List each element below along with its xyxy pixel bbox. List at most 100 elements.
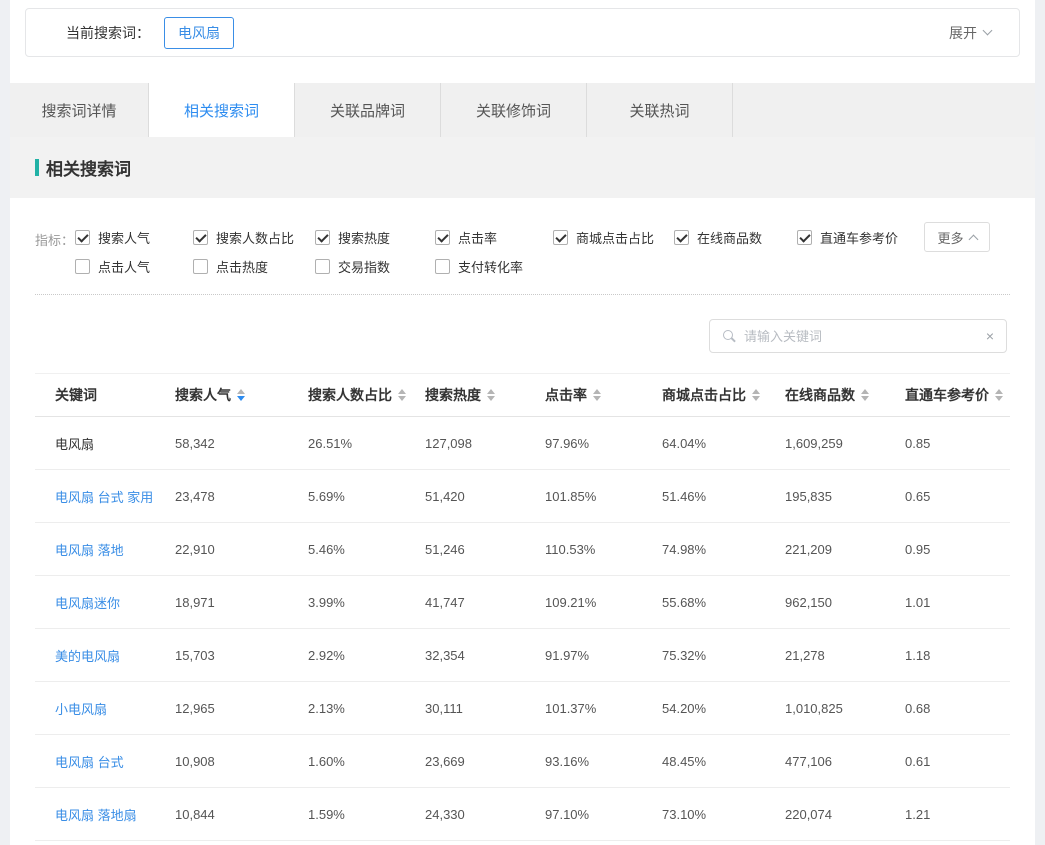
cell: 12,965 (175, 701, 308, 716)
cell: 2.92% (308, 648, 425, 663)
more-button[interactable]: 更多 (924, 222, 990, 252)
tab-bar: 搜索词详情 相关搜索词 关联品牌词 关联修饰词 关联热词 (10, 83, 1035, 137)
checkbox-search-popularity[interactable]: 搜索人气 (75, 228, 193, 247)
checkbox-label: 支付转化率 (458, 257, 523, 276)
current-search-label: 当前搜索词： (66, 23, 150, 43)
expand-button[interactable]: 展开 (949, 23, 991, 43)
checkbox-click-rate[interactable]: 点击率 (435, 228, 553, 247)
cell: 3.99% (308, 595, 425, 610)
cell: 109.21% (545, 595, 662, 610)
checkbox-click-heat[interactable]: 点击热度 (193, 257, 315, 276)
cell: 962,150 (785, 595, 905, 610)
cell: 101.37% (545, 701, 662, 716)
column-header-click-rate[interactable]: 点击率 (545, 385, 662, 405)
cell: 0.85 (905, 436, 1010, 451)
cell: 51,246 (425, 542, 545, 557)
more-label: 更多 (937, 228, 963, 247)
cell: 32,354 (425, 648, 545, 663)
column-header-search-popularity[interactable]: 搜索人气 (175, 385, 308, 405)
cell: 30,111 (425, 701, 545, 716)
cell: 0.61 (905, 754, 1010, 769)
checkbox-payment-conversion[interactable]: 支付转化率 (435, 257, 553, 276)
checkbox-search-heat[interactable]: 搜索热度 (315, 228, 435, 247)
sort-icon (995, 389, 1003, 401)
table-row: 电风扇 台式 10,908 1.60% 23,669 93.16% 48.45%… (35, 735, 1010, 788)
keyword-search-input[interactable] (744, 329, 980, 344)
tab-hot-words[interactable]: 关联热词 (587, 83, 733, 137)
checkbox-icon (75, 230, 90, 245)
cell: 1.18 (905, 648, 1010, 663)
sort-icon (237, 389, 245, 401)
keyword-link[interactable]: 电风扇 台式 (55, 752, 175, 771)
cell: 15,703 (175, 648, 308, 663)
checkbox-label: 点击人气 (98, 257, 150, 276)
keyword-cell: 电风扇 (55, 434, 175, 453)
cell: 55.68% (662, 595, 785, 610)
checkbox-mall-click-share[interactable]: 商城点击占比 (553, 228, 674, 247)
current-search-term-tag[interactable]: 电风扇 (164, 17, 234, 49)
keyword-link[interactable]: 美的电风扇 (55, 646, 175, 665)
page-container: 当前搜索词： 电风扇 展开 搜索词详情 相关搜索词 关联品牌词 关联修饰词 关联… (10, 0, 1035, 845)
column-header-online-products[interactable]: 在线商品数 (785, 385, 905, 405)
cell: 1,010,825 (785, 701, 905, 716)
tab-brand-words[interactable]: 关联品牌词 (295, 83, 441, 137)
checkbox-icon (797, 230, 812, 245)
cell: 22,910 (175, 542, 308, 557)
cell: 23,669 (425, 754, 545, 769)
filters-label: 指标： (35, 228, 75, 276)
cell: 0.65 (905, 489, 1010, 504)
cell: 5.46% (308, 542, 425, 557)
cell: 5.69% (308, 489, 425, 504)
checkbox-label: 交易指数 (338, 257, 390, 276)
column-header-search-heat[interactable]: 搜索热度 (425, 385, 545, 405)
clear-icon[interactable]: × (980, 328, 994, 344)
tab-search-term-detail[interactable]: 搜索词详情 (10, 83, 149, 137)
sort-icon (487, 389, 495, 401)
cell: 97.96% (545, 436, 662, 451)
keyword-link[interactable]: 电风扇 落地 (55, 540, 175, 559)
dotted-divider (35, 294, 1010, 295)
column-header-mall-click-share[interactable]: 商城点击占比 (662, 385, 785, 405)
table-row: 电风扇 落地 22,910 5.46% 51,246 110.53% 74.98… (35, 523, 1010, 576)
cell: 10,844 (175, 807, 308, 822)
cell: 2.13% (308, 701, 425, 716)
tab-related-search-words[interactable]: 相关搜索词 (149, 83, 295, 137)
checkbox-searcher-share[interactable]: 搜索人数占比 (193, 228, 315, 247)
tab-modifier-words[interactable]: 关联修饰词 (441, 83, 587, 137)
keyword-link[interactable]: 电风扇迷你 (55, 593, 175, 612)
keyword-link[interactable]: 小电风扇 (55, 699, 175, 718)
checkbox-transaction-index[interactable]: 交易指数 (315, 257, 435, 276)
cell: 41,747 (425, 595, 545, 610)
cell: 64.04% (662, 436, 785, 451)
cell: 1.01 (905, 595, 1010, 610)
expand-label: 展开 (949, 23, 977, 43)
checkbox-label: 点击率 (458, 228, 497, 247)
keyword-link[interactable]: 电风扇 台式 家用 (55, 487, 175, 506)
cell: 21,278 (785, 648, 905, 663)
cell: 74.98% (662, 542, 785, 557)
checkbox-label: 在线商品数 (697, 228, 762, 247)
checkbox-icon (193, 259, 208, 274)
checkbox-icon (193, 230, 208, 245)
cell: 93.16% (545, 754, 662, 769)
checkbox-label: 搜索人数占比 (216, 228, 294, 247)
checkbox-online-products[interactable]: 在线商品数 (674, 228, 797, 247)
cell: 1,609,259 (785, 436, 905, 451)
cell: 73.10% (662, 807, 785, 822)
keyword-link[interactable]: 电风扇 落地扇 (55, 805, 175, 824)
cell: 26.51% (308, 436, 425, 451)
cell: 23,478 (175, 489, 308, 504)
checkbox-icon (75, 259, 90, 274)
column-header-ztc-reference-price[interactable]: 直通车参考价 (905, 385, 1010, 405)
sort-icon (593, 389, 601, 401)
checkbox-label: 搜索热度 (338, 228, 390, 247)
cell: 58,342 (175, 436, 308, 451)
chevron-down-icon (983, 26, 993, 36)
tab-bar-filler (733, 83, 1035, 137)
current-search-card: 当前搜索词： 电风扇 展开 (25, 8, 1020, 57)
cell: 48.45% (662, 754, 785, 769)
cell: 51,420 (425, 489, 545, 504)
column-header-searcher-share[interactable]: 搜索人数占比 (308, 385, 425, 405)
checkbox-click-popularity[interactable]: 点击人气 (75, 257, 193, 276)
cell: 0.95 (905, 542, 1010, 557)
